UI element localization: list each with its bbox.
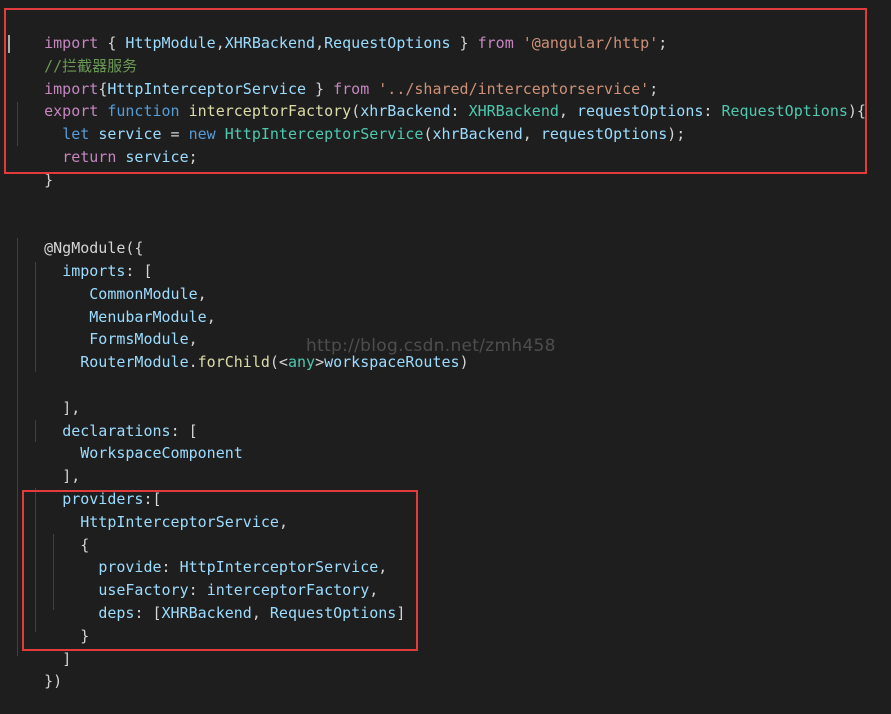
code-line[interactable]: deps: [XHRBackend, RequestOptions] [8,580,405,622]
token: : [703,102,722,120]
code-line[interactable]: import { HttpModule,XHRBackend,RequestOp… [8,10,667,52]
code-line[interactable]: CommonModule, [8,261,206,303]
code-line[interactable]: export function interceptorFactory(xhrBa… [8,78,866,120]
token: return [62,148,117,166]
code-line[interactable]: ], [8,375,80,417]
token: service [125,148,189,166]
code-line[interactable]: WorkspaceComponent [8,420,243,462]
code-line[interactable]: HttpInterceptorService, [8,489,288,531]
token: , [378,558,388,576]
token: HttpInterceptorService [224,125,424,143]
token: ); [667,125,686,143]
code-line[interactable]: ], [8,443,80,485]
code-line[interactable]: }) [8,648,62,690]
code-line[interactable]: provide: HttpInterceptorService, [8,534,387,576]
token: forChild [197,353,270,371]
code-line[interactable]: } [8,603,89,645]
watermark: http://blog.csdn.net/zmh458 [306,336,556,356]
token: RequestOptions [269,604,397,622]
token: RequestOptions [721,102,848,120]
code-line[interactable]: } [8,147,53,189]
token: WorkspaceComponent [80,444,243,462]
token: ] [396,604,406,622]
token: from [477,34,514,52]
token: ] [62,650,72,668]
code-line[interactable]: let service = new HttpInterceptorService… [8,101,685,143]
token: xhrBackend [432,125,523,143]
token: HttpModule [125,34,216,52]
code-line[interactable]: MenubarModule, [8,284,215,326]
token: (< [269,353,288,371]
token: }) [44,672,63,690]
token: : [ [134,604,162,622]
token: requestOptions [540,125,668,143]
token: , [251,604,270,622]
token: , [315,34,325,52]
token: , [278,513,288,531]
token: , [206,308,216,326]
token: } [80,627,90,645]
token: ; [658,34,668,52]
code-line[interactable]: @NgModule({ [8,215,143,257]
code-line[interactable]: //拦截器服务 [8,33,137,75]
code-line[interactable]: import{HttpInterceptorService } from '..… [8,56,658,98]
token: '@angular/http' [522,34,659,52]
token: , [215,34,225,52]
code-line[interactable]: declarations: [ [8,398,197,440]
token: XHRBackend [161,604,252,622]
token: RequestOptions [324,34,451,52]
token: HttpInterceptorService [80,513,279,531]
code-line[interactable]: ] [8,626,71,668]
code-line[interactable]: return service; [8,124,197,166]
code-line[interactable]: providers:[ [8,466,161,508]
code-editor[interactable]: import { HttpModule,XHRBackend,RequestOp… [0,0,891,690]
token: deps [98,604,135,622]
token: ; [188,148,198,166]
token: RouterModule [80,353,189,371]
token: } [450,34,478,52]
token: XHRBackend [224,34,316,52]
code-line[interactable]: { [8,512,89,554]
code-line[interactable]: imports: [ [8,238,152,280]
code-line[interactable]: FormsModule, [8,306,197,348]
token: . [188,353,198,371]
token: ){ [847,102,866,120]
token: } [44,171,54,189]
token: , [522,125,541,143]
code-line[interactable]: useFactory: interceptorFactory, [8,557,378,599]
